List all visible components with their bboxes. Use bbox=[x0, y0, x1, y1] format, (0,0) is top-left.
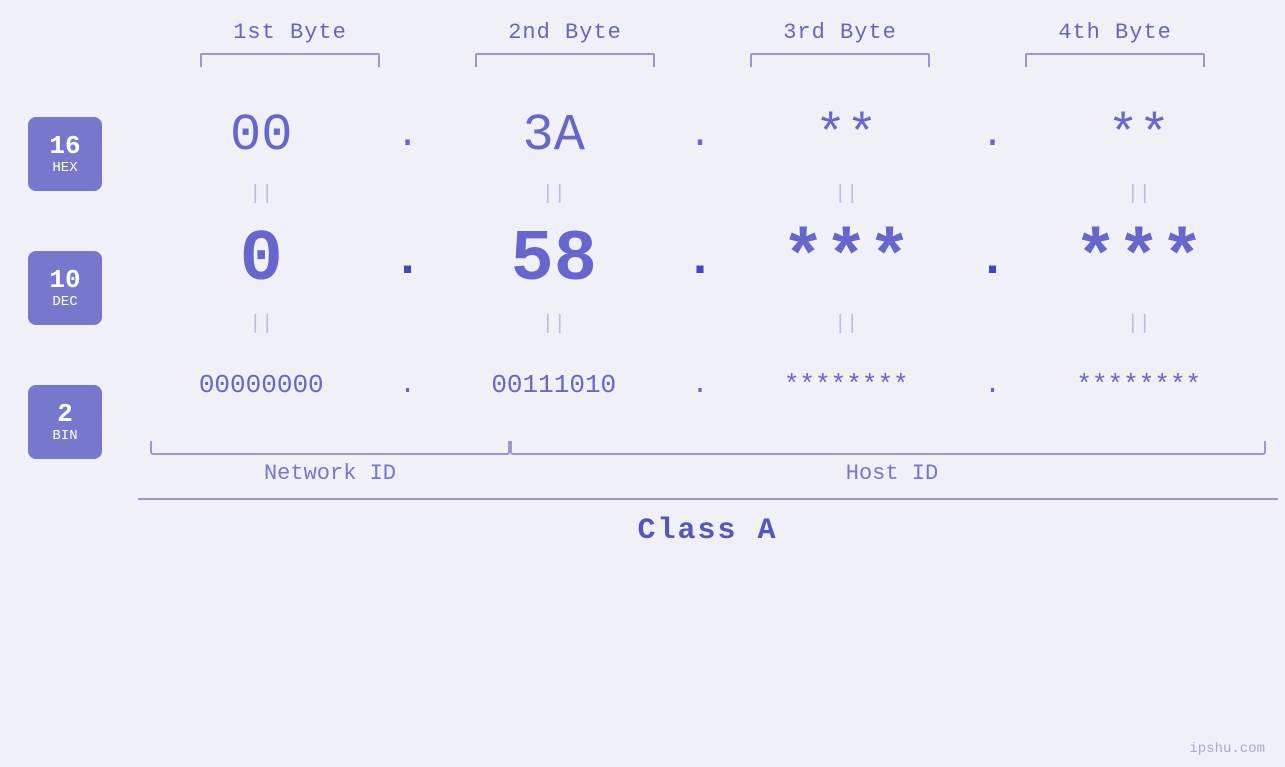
host-id-label: Host ID bbox=[514, 461, 1270, 486]
bin-cell-2: 00111010 bbox=[423, 370, 686, 400]
bin-dot-3: . bbox=[978, 370, 1008, 401]
bottom-brackets-row bbox=[130, 441, 1270, 455]
values-area: 00 . 3A . ** . ** bbox=[130, 77, 1285, 486]
dec-cell-3: *** bbox=[715, 219, 978, 301]
hex-dot-1: . bbox=[393, 114, 423, 157]
bracket-cell-2 bbox=[428, 53, 703, 67]
bracket-cell-4 bbox=[978, 53, 1253, 67]
host-bracket bbox=[510, 441, 1266, 455]
bin-value-3: ******** bbox=[784, 370, 909, 400]
eq2-cell-4: || bbox=[1008, 313, 1271, 336]
bin-dot-1: . bbox=[393, 370, 423, 401]
bin-value-1: 00000000 bbox=[199, 370, 324, 400]
bin-value-4: ******** bbox=[1076, 370, 1201, 400]
byte-label-2: 2nd Byte bbox=[428, 20, 703, 45]
top-bracket-2 bbox=[475, 53, 655, 67]
top-brackets-row bbox=[153, 53, 1253, 67]
watermark: ipshu.com bbox=[1189, 741, 1265, 757]
equals-row-2: || || || || bbox=[130, 307, 1270, 341]
hex-value-3: ** bbox=[815, 106, 877, 165]
hex-cell-2: 3A bbox=[423, 106, 686, 165]
dec-cell-1: 0 bbox=[130, 219, 393, 301]
bin-dot-2: . bbox=[685, 370, 715, 401]
eq2-cell-1: || bbox=[130, 313, 393, 336]
byte-label-1: 1st Byte bbox=[153, 20, 428, 45]
bin-badge: 2 BIN bbox=[28, 385, 102, 459]
eq1-cell-4: || bbox=[1008, 183, 1271, 206]
dec-value-2: 58 bbox=[511, 219, 597, 301]
dec-badge: 10 DEC bbox=[28, 251, 102, 325]
dec-dot-3: . bbox=[978, 232, 1008, 289]
hex-value-1: 00 bbox=[230, 106, 292, 165]
dec-badge-number: 10 bbox=[49, 266, 80, 295]
class-label: Class A bbox=[637, 514, 777, 548]
hex-value-4: ** bbox=[1108, 106, 1170, 165]
bin-cell-4: ******** bbox=[1008, 370, 1271, 400]
hex-row: 00 . 3A . ** . ** bbox=[130, 95, 1270, 175]
hex-badge: 16 HEX bbox=[28, 117, 102, 191]
bin-cell-1: 00000000 bbox=[130, 370, 393, 400]
hex-badge-label: HEX bbox=[52, 160, 77, 176]
hex-dot-2: . bbox=[685, 114, 715, 157]
dec-cell-2: 58 bbox=[423, 219, 686, 301]
eq1-cell-2: || bbox=[423, 183, 686, 206]
network-bracket bbox=[150, 441, 510, 455]
byte-label-3: 3rd Byte bbox=[703, 20, 978, 45]
bottom-labels-row: Network ID Host ID bbox=[130, 461, 1270, 486]
class-row: Class A bbox=[138, 498, 1278, 548]
dec-dot-2: . bbox=[685, 232, 715, 289]
equals-row-1: || || || || bbox=[130, 177, 1270, 211]
dec-row: 0 . 58 . *** . *** bbox=[130, 215, 1270, 305]
network-id-label: Network ID bbox=[150, 461, 510, 486]
bin-value-2: 00111010 bbox=[491, 370, 616, 400]
bracket-cell-3 bbox=[703, 53, 978, 67]
byte-label-4: 4th Byte bbox=[978, 20, 1253, 45]
eq2-cell-2: || bbox=[423, 313, 686, 336]
dec-badge-label: DEC bbox=[52, 294, 77, 310]
bin-badge-number: 2 bbox=[57, 400, 73, 429]
dec-cell-4: *** bbox=[1008, 219, 1271, 301]
hex-value-2: 3A bbox=[523, 106, 585, 165]
eq1-cell-1: || bbox=[130, 183, 393, 206]
top-bracket-1 bbox=[200, 53, 380, 67]
eq1-cell-3: || bbox=[715, 183, 978, 206]
dec-value-3: *** bbox=[781, 219, 911, 301]
bin-row: 00000000 . 00111010 . ******** . bbox=[130, 345, 1270, 425]
bin-badge-label: BIN bbox=[52, 428, 77, 444]
hex-cell-4: ** bbox=[1008, 106, 1271, 165]
dec-value-1: 0 bbox=[240, 219, 283, 301]
bin-cell-3: ******** bbox=[715, 370, 978, 400]
main-container: 1st Byte 2nd Byte 3rd Byte 4th Byte 16 H… bbox=[0, 0, 1285, 767]
bracket-cell-1 bbox=[153, 53, 428, 67]
top-bracket-4 bbox=[1025, 53, 1205, 67]
hex-cell-1: 00 bbox=[130, 106, 393, 165]
hex-badge-number: 16 bbox=[49, 132, 80, 161]
eq2-cell-3: || bbox=[715, 313, 978, 336]
top-bracket-3 bbox=[750, 53, 930, 67]
dec-dot-1: . bbox=[393, 232, 423, 289]
content-area: 16 HEX 10 DEC 2 BIN 00 . bbox=[0, 77, 1285, 486]
hex-cell-3: ** bbox=[715, 106, 978, 165]
dec-value-4: *** bbox=[1074, 219, 1204, 301]
label-column: 16 HEX 10 DEC 2 BIN bbox=[0, 77, 130, 459]
byte-labels-row: 1st Byte 2nd Byte 3rd Byte 4th Byte bbox=[153, 20, 1253, 45]
hex-dot-3: . bbox=[978, 114, 1008, 157]
